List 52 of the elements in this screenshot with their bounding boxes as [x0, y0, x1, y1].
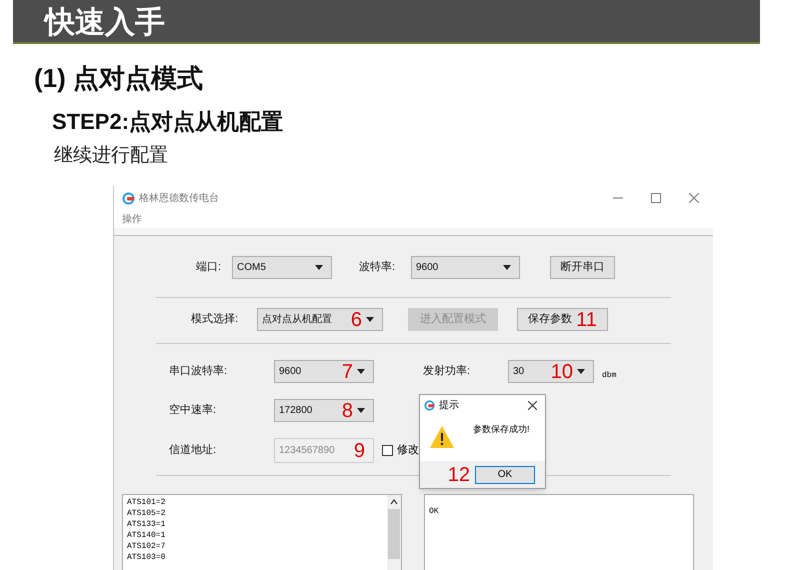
- field-label: 串口波特率:: [169, 364, 228, 380]
- log-line: ATS133=1: [127, 519, 166, 530]
- scrollbar[interactable]: [387, 495, 401, 570]
- annotation-number: 7: [342, 362, 353, 382]
- caret-icon: [503, 265, 511, 270]
- field-label: 空中速率:: [169, 402, 218, 418]
- unit-label: dbm: [602, 370, 616, 382]
- dropdown[interactable]: 172800 8: [274, 399, 374, 422]
- annotation-number: 6: [350, 310, 362, 330]
- caret-icon: [357, 408, 365, 413]
- field-label: 模式选择:: [191, 312, 240, 328]
- dialog-message: 参数保存成功!: [473, 423, 530, 436]
- log-line: ATS101=2: [127, 497, 166, 508]
- log-line: ATS140=1: [127, 530, 166, 541]
- caret-icon: [315, 265, 323, 270]
- field-label: 波特率:: [359, 260, 396, 276]
- dropdown[interactable]: 点对点从机配置 6: [257, 308, 383, 331]
- field-label: 信道地址:: [169, 443, 218, 458]
- caret-icon: [366, 317, 374, 322]
- intro-text: 继续进行配置: [54, 144, 169, 168]
- response-text: OK: [429, 507, 439, 516]
- field-label: 端口:: [196, 260, 222, 276]
- caret-icon: [577, 369, 585, 374]
- warning-icon: [429, 425, 455, 449]
- annotation-number: 10: [550, 362, 573, 382]
- dropdown[interactable]: 30 10: [508, 360, 594, 383]
- close-icon[interactable]: [528, 400, 537, 410]
- annotation-number: 8: [342, 400, 353, 420]
- log-line: ATS103=0: [127, 552, 166, 563]
- app-logo-icon: [424, 400, 435, 410]
- menu-item[interactable]: 操作: [122, 212, 142, 226]
- scroll-up-icon[interactable]: [390, 499, 398, 505]
- field-label: 发射功率:: [423, 364, 472, 380]
- dialog-title: 提示: [439, 398, 459, 412]
- action-button[interactable]: 断开串口: [550, 256, 615, 279]
- annotation-number: 11: [576, 310, 597, 330]
- dropdown[interactable]: COM5: [232, 256, 332, 279]
- caret-icon: [357, 369, 365, 374]
- annotation-number: 9: [354, 440, 365, 460]
- step-heading: STEP2:点对点从机配置: [52, 108, 284, 136]
- dropdown[interactable]: 9600 7: [274, 360, 374, 383]
- section-heading: (1) 点对点模式: [34, 62, 204, 94]
- checkbox-label: 修改: [397, 443, 419, 458]
- dropdown[interactable]: 9600: [411, 256, 520, 279]
- window-title: 格林恩德数传电台: [139, 192, 219, 206]
- maximize-icon[interactable]: [651, 193, 661, 203]
- app-logo-icon: [122, 192, 135, 204]
- annotation-number: 12: [448, 464, 470, 484]
- ok-button[interactable]: OK: [475, 466, 535, 484]
- header-title: 快速入手: [45, 5, 165, 41]
- log-line: ATS102=7: [127, 541, 166, 552]
- log-line: ATS105=2: [127, 508, 166, 519]
